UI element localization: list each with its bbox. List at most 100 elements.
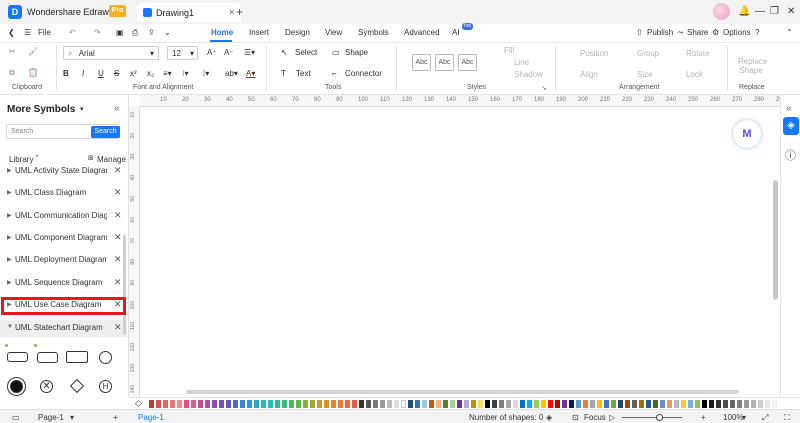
fill-button[interactable]: Fill: [504, 46, 514, 55]
styles-expand-icon[interactable]: ↘: [541, 84, 547, 92]
collapse-ribbon-icon[interactable]: ⌃: [786, 28, 793, 37]
zoom-slider-handle[interactable]: [656, 414, 663, 421]
color-swatch[interactable]: [520, 400, 525, 408]
tab-symbols[interactable]: Symbols: [358, 28, 389, 37]
color-swatch[interactable]: [751, 400, 756, 408]
undo-icon[interactable]: ↶: [69, 28, 76, 37]
expand-panel-icon[interactable]: «: [786, 103, 792, 114]
ai-assistant-icon[interactable]: M: [733, 120, 761, 148]
notification-icon[interactable]: 🔔: [738, 6, 750, 17]
library-item-uml-statechart[interactable]: ▼ UML Statechart Diagram ✕: [0, 320, 127, 337]
text-case-button[interactable]: ab▾: [225, 69, 238, 78]
initial-state-symbol[interactable]: [10, 380, 23, 393]
color-swatch[interactable]: [639, 400, 644, 408]
shadow-button[interactable]: Shadow: [514, 70, 543, 79]
color-swatch[interactable]: [422, 400, 427, 408]
color-swatch[interactable]: [555, 400, 560, 408]
tab-advanced[interactable]: Advanced: [404, 28, 440, 37]
collapse-panel-icon[interactable]: «: [114, 103, 120, 114]
color-swatch[interactable]: [618, 400, 623, 408]
history-symbol[interactable]: H: [99, 380, 112, 393]
color-swatch[interactable]: [464, 400, 469, 408]
color-swatch[interactable]: [282, 400, 287, 408]
close-icon[interactable]: ✕: [114, 232, 122, 243]
line-button[interactable]: Line: [514, 58, 529, 67]
tab-ai[interactable]: AI: [452, 28, 460, 37]
color-swatch[interactable]: [247, 400, 252, 408]
bullets-icon[interactable]: ⁝▾: [182, 69, 189, 78]
search-button[interactable]: Search: [91, 126, 120, 138]
help-circle-icon[interactable]: ⓘ: [785, 147, 796, 163]
file-menu[interactable]: File: [38, 28, 51, 37]
color-swatch[interactable]: [485, 400, 490, 408]
color-swatch[interactable]: [611, 400, 616, 408]
color-swatch[interactable]: [338, 400, 343, 408]
color-swatch[interactable]: [730, 400, 735, 408]
library-item-uml-sequence[interactable]: ▶ UML Sequence Diagram ✕: [0, 273, 127, 295]
export-icon[interactable]: ⇪: [148, 28, 155, 37]
panel-title[interactable]: More Symbols: [7, 104, 75, 115]
color-swatch[interactable]: [457, 400, 462, 408]
zoom-slider[interactable]: [622, 417, 682, 418]
page-selector[interactable]: Page-1: [38, 413, 64, 422]
color-swatch[interactable]: [716, 400, 721, 408]
color-swatch[interactable]: [492, 400, 497, 408]
close-icon[interactable]: ✕: [114, 277, 122, 288]
color-swatch[interactable]: [681, 400, 686, 408]
color-swatch[interactable]: [632, 400, 637, 408]
print-icon[interactable]: ⎙: [132, 28, 138, 38]
position-button[interactable]: Position: [580, 49, 608, 58]
paste-icon[interactable]: 📋: [28, 68, 38, 77]
color-swatch[interactable]: [415, 400, 420, 408]
new-tab-button[interactable]: +: [236, 5, 243, 19]
save-icon[interactable]: ▣: [116, 28, 124, 37]
font-size-select[interactable]: 12 ▾: [167, 46, 198, 60]
color-swatch[interactable]: [646, 400, 651, 408]
composite-state-symbol[interactable]: [37, 352, 58, 363]
color-swatch[interactable]: [513, 400, 518, 408]
color-swatch[interactable]: [149, 400, 154, 408]
style-preset-1[interactable]: Abc: [412, 54, 431, 71]
color-swatch[interactable]: [163, 400, 168, 408]
rotate-button[interactable]: Rotate: [686, 49, 710, 58]
color-swatch[interactable]: [541, 400, 546, 408]
select-tool[interactable]: Select: [295, 48, 317, 57]
color-swatch[interactable]: [583, 400, 588, 408]
fill-bucket-icon[interactable]: ◇: [135, 398, 142, 409]
more-icon[interactable]: ⌄: [164, 28, 171, 37]
state-with-region-symbol[interactable]: [66, 351, 88, 363]
color-swatch[interactable]: [569, 400, 574, 408]
canvas-vertical-scrollbar[interactable]: [773, 180, 778, 300]
close-icon[interactable]: ✕: [114, 210, 122, 221]
terminate-symbol[interactable]: ✕: [40, 380, 53, 393]
color-swatch[interactable]: [548, 400, 553, 408]
chevron-down-icon[interactable]: ▾: [70, 413, 74, 422]
color-swatch[interactable]: [709, 400, 714, 408]
tab-home[interactable]: Home: [211, 28, 233, 37]
color-swatch[interactable]: [212, 400, 217, 408]
close-icon[interactable]: ✕: [114, 165, 122, 176]
numbering-icon[interactable]: ⁞▾: [203, 69, 209, 78]
drawing-canvas[interactable]: [140, 107, 780, 397]
close-window-button[interactable]: ✕: [787, 6, 795, 17]
close-icon[interactable]: ✕: [114, 322, 122, 333]
copy-icon[interactable]: ⧉: [9, 68, 15, 78]
color-swatch[interactable]: [380, 400, 385, 408]
share-button[interactable]: Share: [687, 28, 708, 37]
color-swatch[interactable]: [597, 400, 602, 408]
color-swatch[interactable]: [394, 400, 399, 408]
color-swatch[interactable]: [275, 400, 280, 408]
subscript-button[interactable]: x₂: [147, 69, 154, 78]
color-swatch[interactable]: [184, 400, 189, 408]
color-swatch[interactable]: [506, 400, 511, 408]
color-swatch[interactable]: [205, 400, 210, 408]
tab-insert[interactable]: Insert: [249, 28, 269, 37]
color-swatch[interactable]: [695, 400, 700, 408]
text-tool[interactable]: Text: [296, 69, 311, 78]
page-view-icon[interactable]: ▭: [12, 413, 20, 422]
color-swatch[interactable]: [401, 400, 406, 408]
redo-icon[interactable]: ↷: [94, 28, 101, 37]
cut-icon[interactable]: ✂: [9, 47, 16, 56]
color-swatch[interactable]: [674, 400, 679, 408]
color-swatch[interactable]: [219, 400, 224, 408]
